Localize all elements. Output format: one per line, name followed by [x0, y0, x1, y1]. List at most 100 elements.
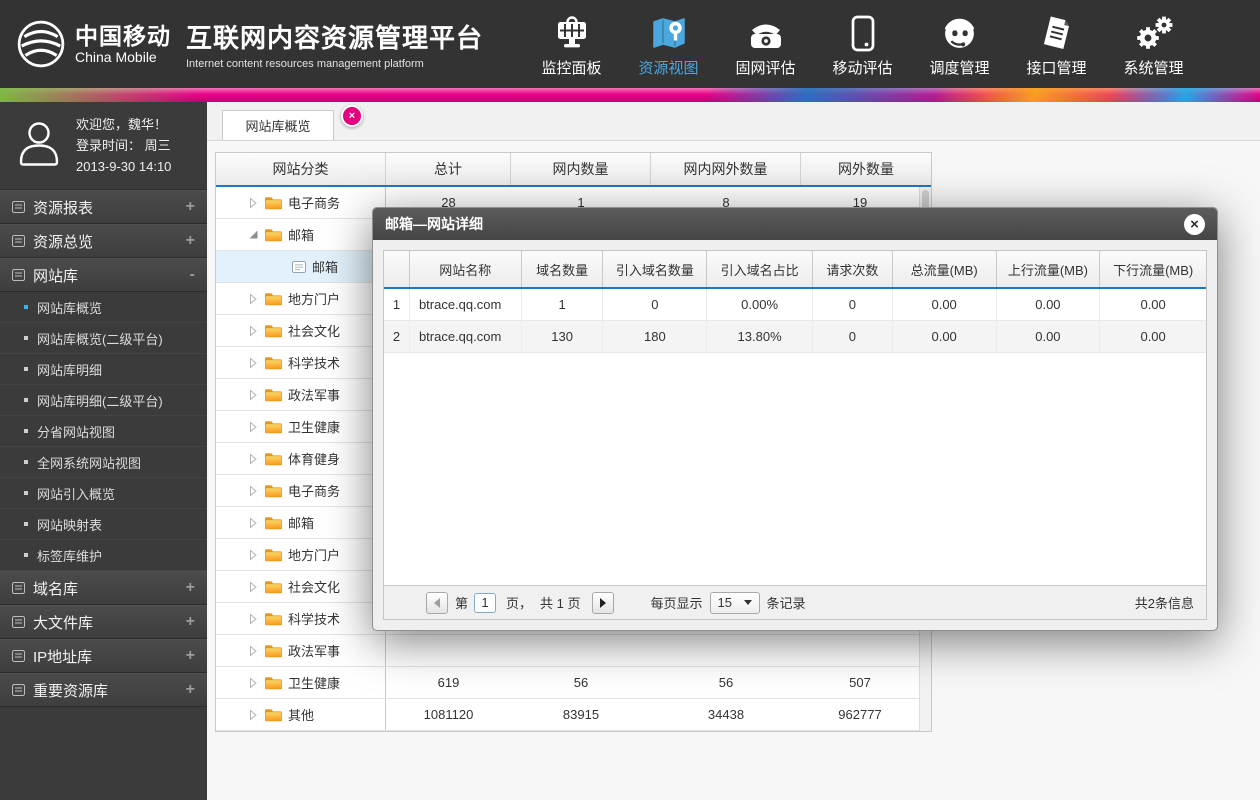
tree-expand-icon[interactable] — [246, 452, 260, 465]
tree-expand-icon[interactable] — [246, 420, 260, 433]
value-cell — [801, 635, 919, 666]
phone-icon — [717, 10, 814, 52]
sidebar-group-website-lib[interactable]: 网站库 - — [0, 258, 207, 292]
category-label: 邮箱 — [288, 228, 315, 243]
tree-expand-icon[interactable] — [246, 676, 260, 689]
bullet-icon — [24, 491, 28, 495]
sidebar-group-label: IP地址库 — [33, 648, 93, 666]
category-label: 卫生健康 — [288, 676, 341, 691]
tree-expand-icon[interactable] — [246, 708, 260, 721]
nav-item-fixed-eval[interactable]: 固网评估 — [717, 10, 814, 78]
detail-column-header: 域名数量 — [522, 251, 604, 287]
map-icon — [620, 10, 717, 52]
menu-doc-icon — [12, 269, 25, 281]
sidebar-group-bigfile-lib[interactable]: 大文件库 + — [0, 605, 207, 639]
detail-value-cell: 1 — [384, 289, 410, 320]
tree-expand-icon[interactable] — [246, 292, 260, 305]
sidebar-group-ip-lib[interactable]: IP地址库 + — [0, 639, 207, 673]
sidebar-group-resource-overview[interactable]: 资源总览 + — [0, 224, 207, 258]
table-row[interactable]: 其他 1081120 83915 34438 962777 — [216, 699, 931, 731]
next-page-button[interactable] — [591, 591, 614, 614]
sidebar-item-网站库明细[interactable]: 网站库明细 — [0, 354, 207, 385]
sidebar-group-resource-report[interactable]: 资源报表 + — [0, 190, 207, 224]
tree-expand-icon[interactable] — [246, 548, 260, 561]
doc-icon — [292, 260, 306, 273]
detail-table-row[interactable]: 1 btrace.qq.com 1 0 0.00% 0 0.00 0.00 0.00 — [384, 289, 1206, 321]
tree-collapse-icon[interactable] — [246, 229, 260, 240]
sidebar-group-key-resource[interactable]: 重要资源库 + — [0, 673, 207, 707]
nav-item-label: 固网评估 — [735, 60, 796, 77]
nav-item-interface[interactable]: 接口管理 — [1008, 10, 1105, 78]
tree-cell: 电子商务 — [216, 475, 386, 506]
detail-modal: 邮箱—网站详细 × 网站名称 域名数量 引入域名数量 引入域名占比 请求次数 总流量(MB… — [372, 207, 1218, 631]
value-cell — [511, 635, 651, 666]
bullet-icon — [24, 305, 28, 309]
expand-icon: + — [185, 579, 195, 596]
tree-expand-icon[interactable] — [246, 580, 260, 593]
sidebar-item-网站库概览(二级平台)[interactable]: 网站库概览(二级平台) — [0, 323, 207, 354]
sidebar-item-网站库概览[interactable]: 网站库概览 — [0, 292, 207, 323]
menu-doc-icon — [12, 684, 25, 696]
table-row[interactable]: 政法军事 — [216, 635, 931, 667]
folder-icon — [265, 356, 282, 370]
platform-title-block: 互联网内容资源管理平台 Internet content resources m… — [186, 18, 483, 70]
brand: 中国移动 China Mobile 互联网内容资源管理平台 Internet c… — [0, 18, 483, 70]
sidebar-item-标签库维护[interactable]: 标签库维护 — [0, 540, 207, 571]
tree-expand-icon[interactable] — [246, 356, 260, 369]
category-label: 电子商务 — [288, 196, 341, 211]
sidebar-item-网站映射表[interactable]: 网站映射表 — [0, 509, 207, 540]
detail-value-cell: 0.00 — [997, 289, 1101, 320]
brand-name-en: China Mobile — [75, 48, 157, 65]
prev-page-button[interactable] — [426, 591, 448, 614]
tab-close-icon[interactable]: × — [341, 105, 363, 127]
per-page-unit: 条记录 — [766, 596, 806, 611]
detail-column-header: 引入域名占比 — [707, 251, 813, 287]
value-cell: 34438 — [707, 707, 745, 722]
tree-cell: 其他 — [216, 699, 386, 730]
tab-website-lib-overview[interactable]: 网站库概览 × — [222, 105, 363, 140]
modal-body: 网站名称 域名数量 引入域名数量 引入域名占比 请求次数 总流量(MB) 上行流量(MB) 下… — [383, 250, 1207, 620]
sidebar-item-分省网站视图[interactable]: 分省网站视图 — [0, 416, 207, 447]
sidebar-item-网站引入概览[interactable]: 网站引入概览 — [0, 478, 207, 509]
table-row[interactable]: 卫生健康 619 56 56 507 — [216, 667, 931, 699]
sidebar-item-全网系统网站视图[interactable]: 全网系统网站视图 — [0, 447, 207, 478]
tree-expand-icon[interactable] — [246, 484, 260, 497]
tree-expand-icon[interactable] — [246, 196, 260, 209]
sidebar-item-label: 全网系统网站视图 — [37, 455, 142, 471]
tree-expand-icon[interactable] — [246, 388, 260, 401]
nav-item-system[interactable]: 系统管理 — [1105, 10, 1202, 78]
china-mobile-logo-icon — [16, 19, 66, 69]
sidebar-group-domain-lib[interactable]: 域名库 + — [0, 571, 207, 605]
category-column-header: 网内网外数量 — [651, 153, 801, 185]
category-label: 科学技术 — [288, 612, 341, 627]
folder-icon — [265, 196, 282, 210]
modal-title: 邮箱—网站详细 — [385, 216, 483, 232]
folder-icon — [265, 228, 282, 242]
detail-value-cell: 0.00 — [893, 321, 997, 352]
nav-item-dashboard[interactable]: 监控面板 — [523, 10, 620, 78]
detail-table-row[interactable]: 2 btrace.qq.com 130 180 13.80% 0 0.00 0.00 0.00 — [384, 321, 1206, 353]
tree-cell: 地方门户 — [216, 539, 386, 570]
per-page-select[interactable]: 15 — [709, 591, 760, 614]
tree-cell: 社会文化 — [216, 571, 386, 602]
tree-cell: 体育健身 — [216, 443, 386, 474]
app-window: 中国移动 China Mobile 互联网内容资源管理平台 Internet c… — [0, 0, 1260, 800]
sidebar-item-label: 网站库明细(二级平台) — [37, 393, 163, 409]
tree-cell: 科学技术 — [216, 603, 386, 634]
nav-item-dispatch[interactable]: 调度管理 — [911, 10, 1008, 78]
nav-item-mobile-eval[interactable]: 移动评估 — [814, 10, 911, 78]
value-cell — [386, 635, 511, 666]
tree-expand-icon[interactable] — [246, 516, 260, 529]
tree-expand-icon[interactable] — [246, 644, 260, 657]
bullet-icon — [24, 460, 28, 464]
tree-expand-icon[interactable] — [246, 612, 260, 625]
category-label: 邮箱 — [312, 260, 339, 275]
close-icon[interactable]: × — [1184, 213, 1205, 235]
tree-expand-icon[interactable] — [246, 324, 260, 337]
nav-item-map[interactable]: 资源视图 — [620, 10, 717, 78]
category-label: 社会文化 — [288, 580, 341, 595]
site-name-cell: btrace.qq.com — [410, 321, 522, 352]
category-label: 政法军事 — [288, 388, 341, 403]
page-number-input[interactable] — [474, 592, 497, 613]
sidebar-item-网站库明细(二级平台)[interactable]: 网站库明细(二级平台) — [0, 385, 207, 416]
